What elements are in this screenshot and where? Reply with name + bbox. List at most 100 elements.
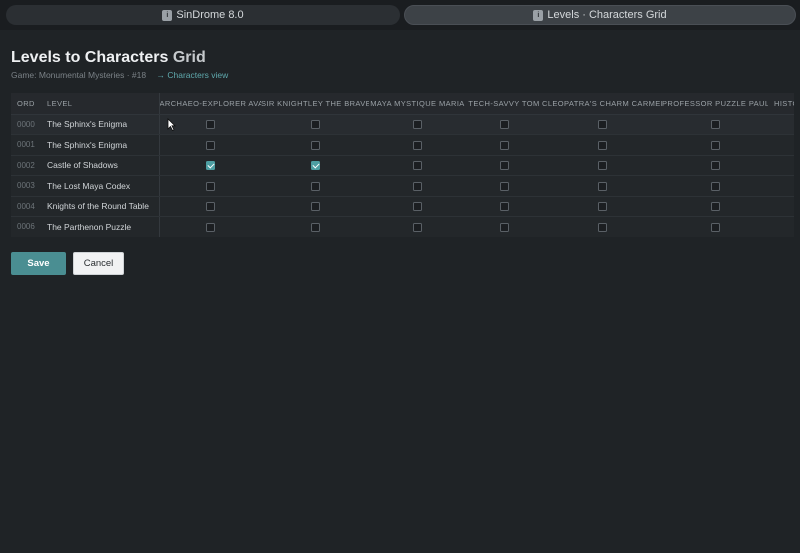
assignment-cell: [466, 216, 542, 237]
overflow-cell: [768, 196, 794, 217]
assignment-cell: [466, 114, 542, 135]
overflow-cell: [768, 155, 794, 176]
assignment-checkbox[interactable]: [413, 140, 422, 150]
assignment-checkbox[interactable]: [499, 202, 509, 212]
assignment-checkbox[interactable]: [310, 161, 320, 171]
assignment-cell: [369, 216, 466, 237]
row-ord: 0001: [11, 134, 41, 156]
tab-levels-characters-grid[interactable]: i Levels · Characters Grid: [404, 5, 796, 25]
assignment-checkbox[interactable]: [310, 202, 320, 212]
table-row: 0000 The Sphinx's Enigma: [11, 114, 794, 135]
row-level-name: Castle of Shadows: [41, 155, 160, 176]
mouse-cursor-icon: [167, 118, 176, 131]
assignment-checkbox[interactable]: [710, 181, 720, 191]
assignment-cell: [542, 155, 662, 176]
assignment-checkbox[interactable]: [413, 222, 422, 232]
assignment-checkbox[interactable]: [597, 120, 607, 130]
characters-view-link[interactable]: → Characters view: [156, 70, 228, 80]
column-header-character[interactable]: HISTO: [768, 93, 794, 115]
assignment-checkbox[interactable]: [205, 222, 215, 232]
assignment-checkbox[interactable]: [499, 161, 509, 171]
assignment-checkbox[interactable]: [499, 120, 509, 130]
assignment-cell: [466, 134, 542, 156]
column-header-character[interactable]: SIR KNIGHTLEY THE BRAVE: [261, 93, 369, 115]
row-level-name: Knights of the Round Table: [41, 196, 160, 217]
assignment-cell: [466, 196, 542, 217]
assignment-checkbox[interactable]: [413, 120, 422, 130]
assignment-checkbox[interactable]: [597, 222, 607, 232]
column-header-ord[interactable]: ORD: [11, 93, 41, 115]
table-row: 0006 The Parthenon Puzzle: [11, 216, 794, 237]
assignment-checkbox[interactable]: [413, 161, 422, 171]
assignment-checkbox[interactable]: [205, 140, 215, 150]
assignment-checkbox[interactable]: [597, 161, 607, 171]
page-title-main: Levels to Characters: [11, 49, 169, 66]
row-ord: 0000: [11, 114, 41, 135]
assignment-cell: [159, 155, 261, 176]
assignment-cell: [261, 155, 369, 176]
row-ord: 0006: [11, 216, 41, 237]
page-title-accent: Grid: [172, 49, 206, 66]
column-header-level[interactable]: LEVEL: [41, 93, 160, 115]
assignment-checkbox[interactable]: [205, 181, 215, 191]
assignment-cell: [466, 155, 542, 176]
assignment-checkbox[interactable]: [597, 202, 607, 212]
assignment-checkbox[interactable]: [597, 181, 607, 191]
assignment-cell: [261, 216, 369, 237]
tab-bar: i SinDrome 8.0 i Levels · Characters Gri…: [0, 0, 800, 30]
assignment-cell: [369, 155, 466, 176]
column-header-character[interactable]: PROFESSOR PUZZLE PAUL: [662, 93, 768, 115]
column-header-character[interactable]: CLEOPATRA'S CHARM CARMEN: [542, 93, 662, 115]
assignment-checkbox[interactable]: [205, 120, 215, 130]
table-row: 0002 Castle of Shadows: [11, 155, 794, 176]
assignment-cell: [542, 196, 662, 217]
save-button[interactable]: Save: [11, 252, 66, 275]
assignment-checkbox[interactable]: [413, 181, 422, 191]
row-ord: 0004: [11, 196, 41, 217]
assignment-checkbox[interactable]: [710, 140, 720, 150]
assignment-cell: [542, 134, 662, 156]
assignment-checkbox[interactable]: [597, 140, 607, 150]
assignment-cell: [466, 175, 542, 197]
assignment-checkbox[interactable]: [310, 120, 320, 130]
grid-table: ORD LEVEL ARCHAEO-EXPLORER AVA SIR KNIGH…: [11, 93, 794, 237]
assignment-cell: [261, 196, 369, 217]
levels-characters-grid: ORD LEVEL ARCHAEO-EXPLORER AVA SIR KNIGH…: [11, 93, 794, 237]
assignment-cell: [662, 155, 768, 176]
cancel-button[interactable]: Cancel: [73, 252, 124, 275]
column-header-character[interactable]: TECH-SAVVY TOM: [466, 93, 542, 115]
assignment-checkbox[interactable]: [710, 161, 720, 171]
assignment-cell: [261, 114, 369, 135]
tab-sindrome[interactable]: i SinDrome 8.0: [6, 5, 400, 25]
grid-header-row: ORD LEVEL ARCHAEO-EXPLORER AVA SIR KNIGH…: [11, 93, 794, 115]
table-row: 0001 The Sphinx's Enigma: [11, 134, 794, 156]
row-ord: 0003: [11, 175, 41, 197]
grid-body: 0000 The Sphinx's Enigma 0001 The Sphinx's …: [11, 114, 794, 237]
table-row: 0004 Knights of the Round Table: [11, 196, 794, 217]
assignment-checkbox[interactable]: [205, 202, 215, 212]
assignment-checkbox[interactable]: [310, 181, 320, 191]
column-header-character[interactable]: MAYA MYSTIQUE MARIA: [369, 93, 466, 115]
assignment-checkbox[interactable]: [205, 161, 215, 171]
assignment-checkbox[interactable]: [310, 140, 320, 150]
row-level-name: The Sphinx's Enigma: [41, 134, 160, 156]
assignment-checkbox[interactable]: [413, 202, 422, 212]
assignment-cell: [369, 175, 466, 197]
assignment-checkbox[interactable]: [499, 140, 509, 150]
assignment-cell: [542, 216, 662, 237]
page-subtitle: Game: Monumental Mysteries · #18 → Chara…: [11, 70, 228, 80]
assignment-cell: [261, 175, 369, 197]
assignment-checkbox[interactable]: [499, 181, 509, 191]
assignment-checkbox[interactable]: [710, 120, 720, 130]
assignment-cell: [542, 114, 662, 135]
column-header-character[interactable]: ARCHAEO-EXPLORER AVA: [159, 93, 261, 115]
assignment-cell: [662, 114, 768, 135]
app-icon: i: [162, 9, 173, 21]
assignment-checkbox[interactable]: [710, 202, 720, 212]
assignment-checkbox[interactable]: [499, 222, 509, 232]
assignment-cell: [662, 175, 768, 197]
page-icon: i: [533, 9, 544, 21]
assignment-checkbox[interactable]: [710, 222, 720, 232]
assignment-checkbox[interactable]: [310, 222, 320, 232]
assignment-cell: [159, 216, 261, 237]
